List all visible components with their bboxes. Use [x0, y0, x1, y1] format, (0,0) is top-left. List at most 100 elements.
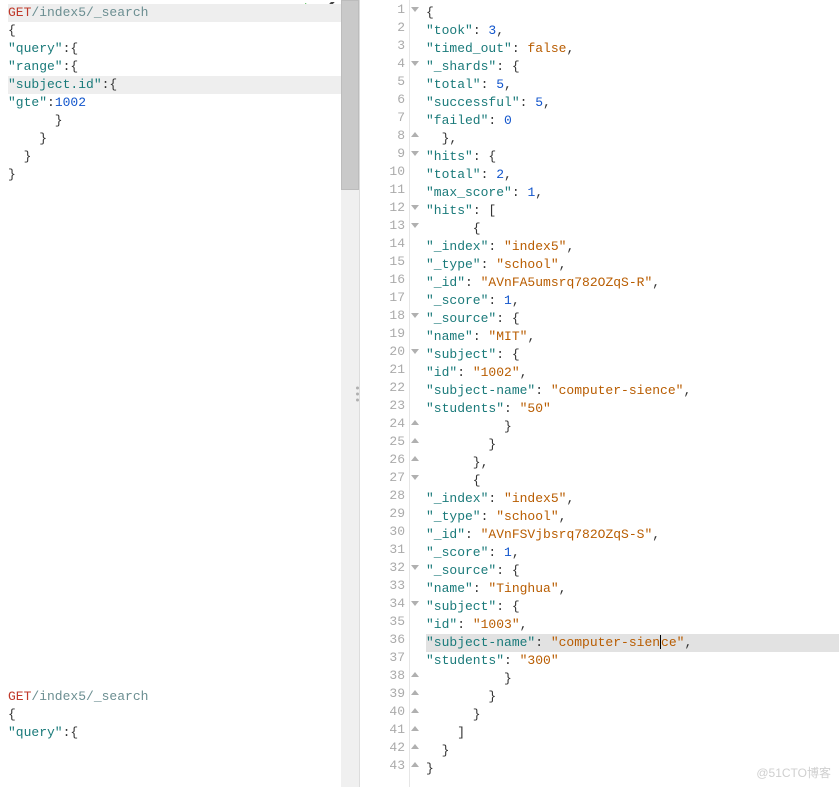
editor-line[interactable]: [8, 220, 351, 238]
response-line[interactable]: "subject-name": "computer-sience",: [426, 382, 839, 400]
response-line[interactable]: "timed_out": false,: [426, 40, 839, 58]
editor-line[interactable]: [8, 328, 351, 346]
editor-line[interactable]: [8, 652, 351, 670]
response-line[interactable]: "_source": {: [426, 310, 839, 328]
response-line[interactable]: ]: [426, 724, 839, 742]
editor-line[interactable]: [8, 490, 351, 508]
response-line[interactable]: }: [426, 670, 839, 688]
editor-line[interactable]: }: [8, 130, 351, 148]
response-line[interactable]: "max_score": 1,: [426, 184, 839, 202]
response-line[interactable]: "failed": 0: [426, 112, 839, 130]
gutter-line: 25: [360, 432, 409, 450]
editor-line[interactable]: }: [8, 112, 351, 130]
editor-line[interactable]: [8, 364, 351, 382]
gutter-line: 17: [360, 288, 409, 306]
response-line[interactable]: "_id": "AVnFSVjbsrq782OZqS-S",: [426, 526, 839, 544]
response-line[interactable]: "subject": {: [426, 346, 839, 364]
response-line[interactable]: {: [426, 4, 839, 22]
response-line[interactable]: "hits": {: [426, 148, 839, 166]
editor-line[interactable]: [8, 616, 351, 634]
editor-line[interactable]: [8, 346, 351, 364]
response-line[interactable]: {: [426, 220, 839, 238]
editor-line[interactable]: [8, 580, 351, 598]
editor-line[interactable]: [8, 292, 351, 310]
editor-line[interactable]: [8, 202, 351, 220]
request-editor[interactable]: GET /index5/_search{ "query":{ "range":{…: [0, 0, 359, 746]
response-line[interactable]: "total": 5,: [426, 76, 839, 94]
response-line[interactable]: }: [426, 760, 839, 778]
response-line[interactable]: }: [426, 436, 839, 454]
editor-line[interactable]: GET /index5/_search: [8, 688, 351, 706]
response-line[interactable]: "name": "Tinghua",: [426, 580, 839, 598]
response-line[interactable]: "id": "1003",: [426, 616, 839, 634]
gutter-line: 40: [360, 702, 409, 720]
response-line[interactable]: "_id": "AVnFA5umsrq782OZqS-R",: [426, 274, 839, 292]
response-line[interactable]: "subject-name": "computer-sience",: [426, 634, 839, 652]
response-line[interactable]: "total": 2,: [426, 166, 839, 184]
response-line[interactable]: "took": 3,: [426, 22, 839, 40]
response-line[interactable]: }: [426, 742, 839, 760]
gutter-line: 27: [360, 468, 409, 486]
editor-line[interactable]: [8, 436, 351, 454]
editor-line[interactable]: "subject.id":{: [8, 76, 351, 94]
editor-line[interactable]: [8, 670, 351, 688]
app-root: GET /index5/_search{ "query":{ "range":{…: [0, 0, 839, 787]
response-line[interactable]: }: [426, 418, 839, 436]
response-line[interactable]: }: [426, 688, 839, 706]
response-line[interactable]: "hits": [: [426, 202, 839, 220]
response-line[interactable]: "students": "300": [426, 652, 839, 670]
editor-line[interactable]: [8, 418, 351, 436]
response-gutter: 1234567891011121314151617181920212223242…: [360, 0, 410, 787]
editor-line[interactable]: [8, 184, 351, 202]
editor-line[interactable]: "query":{: [8, 40, 351, 58]
left-scrollbar-thumb[interactable]: [341, 0, 359, 190]
editor-line[interactable]: "query":{: [8, 724, 351, 742]
editor-line[interactable]: [8, 544, 351, 562]
editor-line[interactable]: [8, 256, 351, 274]
editor-line[interactable]: GET /index5/_search: [8, 4, 351, 22]
response-line[interactable]: "successful": 5,: [426, 94, 839, 112]
editor-line[interactable]: [8, 274, 351, 292]
editor-line[interactable]: {: [8, 706, 351, 724]
editor-line[interactable]: "gte":1002: [8, 94, 351, 112]
editor-line[interactable]: [8, 526, 351, 544]
editor-line[interactable]: [8, 634, 351, 652]
response-line[interactable]: "_type": "school",: [426, 508, 839, 526]
editor-line[interactable]: [8, 472, 351, 490]
gutter-line: 33: [360, 576, 409, 594]
editor-line[interactable]: [8, 238, 351, 256]
editor-line[interactable]: [8, 400, 351, 418]
response-line[interactable]: "_index": "index5",: [426, 238, 839, 256]
response-line[interactable]: "_source": {: [426, 562, 839, 580]
editor-line[interactable]: }: [8, 166, 351, 184]
response-line[interactable]: "students": "50": [426, 400, 839, 418]
response-line[interactable]: {: [426, 472, 839, 490]
response-line[interactable]: "name": "MIT",: [426, 328, 839, 346]
editor-line[interactable]: }: [8, 148, 351, 166]
response-line[interactable]: "id": "1002",: [426, 364, 839, 382]
gutter-line: 14: [360, 234, 409, 252]
response-line[interactable]: "_score": 1,: [426, 292, 839, 310]
response-line[interactable]: "_shards": {: [426, 58, 839, 76]
gutter-line: 30: [360, 522, 409, 540]
response-line[interactable]: "_score": 1,: [426, 544, 839, 562]
gutter-line: 3: [360, 36, 409, 54]
response-editor[interactable]: { "took": 3, "timed_out": false, "_shard…: [410, 0, 839, 782]
gutter-line: 16: [360, 270, 409, 288]
editor-line[interactable]: [8, 310, 351, 328]
response-line[interactable]: },: [426, 454, 839, 472]
response-line[interactable]: "subject": {: [426, 598, 839, 616]
editor-line[interactable]: {: [8, 22, 351, 40]
editor-line[interactable]: [8, 562, 351, 580]
gutter-line: 24: [360, 414, 409, 432]
editor-line[interactable]: "range":{: [8, 58, 351, 76]
response-line[interactable]: "_type": "school",: [426, 256, 839, 274]
pane-divider-handle[interactable]: [356, 386, 359, 401]
editor-line[interactable]: [8, 454, 351, 472]
editor-line[interactable]: [8, 598, 351, 616]
response-line[interactable]: "_index": "index5",: [426, 490, 839, 508]
editor-line[interactable]: [8, 508, 351, 526]
response-line[interactable]: },: [426, 130, 839, 148]
response-line[interactable]: }: [426, 706, 839, 724]
editor-line[interactable]: [8, 382, 351, 400]
